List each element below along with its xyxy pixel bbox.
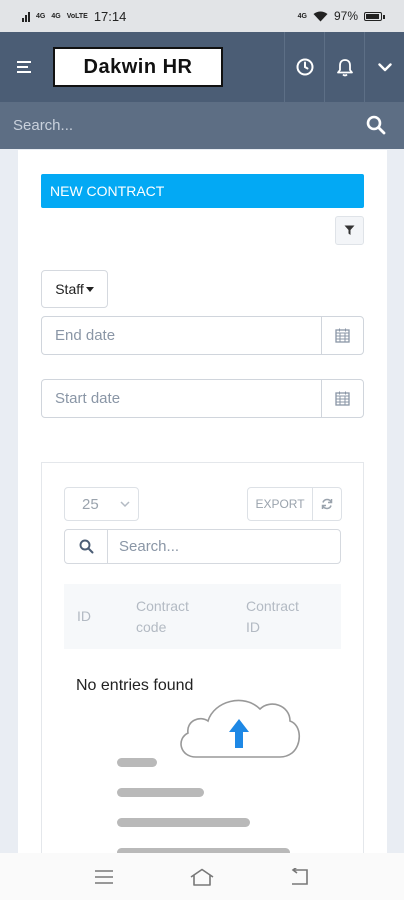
clock-icon (296, 58, 313, 76)
battery-percent: 97% (333, 9, 358, 23)
home-button[interactable] (182, 857, 222, 897)
global-search-input[interactable] (13, 117, 343, 134)
network-label-2: 4G (51, 12, 61, 20)
start-date-group (41, 379, 364, 418)
search-icon (79, 539, 93, 554)
menu-icon (17, 61, 31, 73)
menu-button[interactable] (0, 32, 50, 102)
home-icon (190, 868, 214, 886)
logo-text: Dakwin HR (83, 55, 193, 78)
new-contract-button[interactable]: NEW CONTRACT (41, 174, 364, 208)
search-icon[interactable] (366, 115, 386, 135)
refresh-button[interactable] (313, 487, 342, 521)
contracts-table-panel: 25 EXPORT Search... ID Contract code Con… (41, 462, 364, 853)
skeleton-line (117, 818, 250, 827)
network-label: 4G (36, 12, 46, 20)
chevron-down-icon (377, 62, 392, 71)
user-menu-button[interactable] (364, 32, 404, 102)
page-size-value: 25 (82, 495, 99, 513)
column-header-contract-code[interactable]: Contract code (124, 584, 234, 649)
global-search-bar (0, 102, 404, 149)
caret-down-icon (85, 286, 94, 292)
recent-apps-button[interactable] (84, 857, 124, 897)
export-group: EXPORT (247, 487, 342, 521)
header-actions (284, 32, 404, 102)
staff-dropdown[interactable]: Staff (41, 270, 108, 308)
back-button[interactable] (280, 857, 320, 897)
skeleton-line (117, 758, 157, 767)
table-header: ID Contract code Contract ID (64, 584, 341, 649)
start-date-calendar-button[interactable] (321, 380, 363, 417)
export-button[interactable]: EXPORT (247, 487, 313, 521)
notifications-button[interactable] (324, 32, 364, 102)
end-date-input[interactable] (42, 317, 321, 354)
table-search-button[interactable] (65, 530, 108, 563)
end-date-group (41, 316, 364, 355)
network-badge: 4G (297, 12, 307, 20)
skeleton-line (117, 788, 204, 797)
signal-icon (22, 11, 30, 22)
status-time: 17:14 (93, 8, 127, 24)
system-navigation-bar (0, 853, 404, 900)
clock-button[interactable] (284, 32, 324, 102)
column-header-contract-id[interactable]: Contract ID (234, 584, 341, 649)
battery-icon (364, 11, 385, 21)
status-bar-right: 4G 97% (297, 9, 385, 23)
column-header-id[interactable]: ID (64, 584, 124, 649)
contracts-card: NEW CONTRACT Staff 25 (18, 150, 387, 853)
wifi-icon (313, 11, 328, 21)
calendar-icon (335, 328, 350, 343)
page-size-select[interactable]: 25 (64, 487, 139, 521)
app-header: Dakwin HR (0, 32, 404, 102)
table-search-input[interactable] (108, 530, 340, 563)
staff-dropdown-label: Staff (55, 281, 84, 297)
filter-icon (344, 225, 355, 235)
recent-apps-icon (95, 869, 113, 884)
end-date-calendar-button[interactable] (321, 317, 363, 354)
volte-label: VoLTE (66, 12, 88, 20)
start-date-input[interactable] (42, 380, 321, 417)
status-bar-left: 4G 4G VoLTE 17:14 (22, 9, 126, 24)
filter-button[interactable] (335, 216, 364, 245)
battery-fill (366, 13, 379, 19)
app-logo[interactable]: Dakwin HR (53, 47, 223, 87)
status-bar: 4G 4G VoLTE 17:14 4G 97% (0, 0, 404, 32)
refresh-icon (321, 498, 333, 510)
table-search-group (64, 529, 341, 564)
back-icon (291, 867, 308, 885)
calendar-icon (335, 391, 350, 406)
cloud-upload-icon (180, 699, 301, 758)
bell-icon (336, 58, 353, 76)
chevron-down-icon (120, 501, 130, 508)
